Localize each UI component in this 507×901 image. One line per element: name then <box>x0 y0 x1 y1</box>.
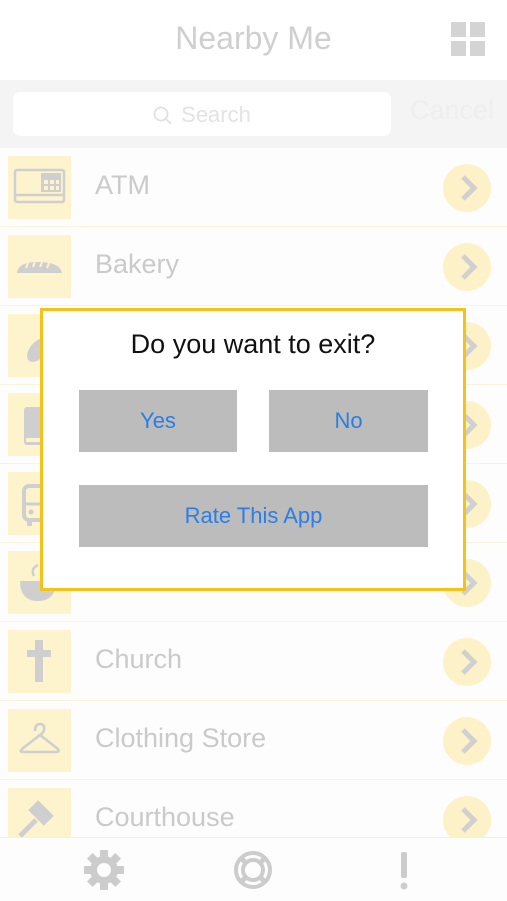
tab-bar <box>0 837 507 901</box>
list-item[interactable]: Church <box>0 622 507 701</box>
list-item-label: Bakery <box>95 249 180 279</box>
search-input[interactable]: Search <box>13 92 391 136</box>
chevron-right-icon[interactable] <box>443 164 491 212</box>
yes-button[interactable]: Yes <box>79 390 237 452</box>
list-item-label: Courthouse <box>95 802 235 832</box>
hanger-icon <box>8 709 71 772</box>
chevron-right-icon[interactable] <box>443 638 491 686</box>
list-item-label: ATM <box>95 170 150 200</box>
exit-dialog: Do you want to exit? Yes No Rate This Ap… <box>40 308 466 591</box>
list-item[interactable]: ATM <box>0 148 507 227</box>
header: Nearby Me <box>0 0 507 80</box>
search-placeholder: Search <box>181 102 251 127</box>
page-title: Nearby Me <box>175 20 332 56</box>
dialog-title: Do you want to exit? <box>130 329 376 359</box>
list-item-label: Church <box>95 644 183 674</box>
list-item[interactable]: Bakery <box>0 227 507 306</box>
lifebuoy-icon[interactable] <box>229 846 277 894</box>
gear-icon[interactable] <box>80 846 128 894</box>
chevron-right-icon[interactable] <box>443 243 491 291</box>
cancel-button[interactable]: Cancel <box>410 95 494 126</box>
atm-icon <box>8 156 71 219</box>
chevron-right-icon[interactable] <box>443 717 491 765</box>
search-bar: Search Cancel <box>0 80 507 148</box>
search-icon <box>153 106 172 125</box>
list-item[interactable]: Clothing Store <box>0 701 507 780</box>
list-item-label: Clothing Store <box>95 723 267 753</box>
no-button[interactable]: No <box>269 390 428 452</box>
exclamation-icon[interactable] <box>380 846 428 894</box>
bread-icon <box>8 235 71 298</box>
rate-app-button[interactable]: Rate This App <box>79 485 428 547</box>
grid-icon[interactable] <box>451 22 485 56</box>
cross-icon <box>8 630 71 693</box>
